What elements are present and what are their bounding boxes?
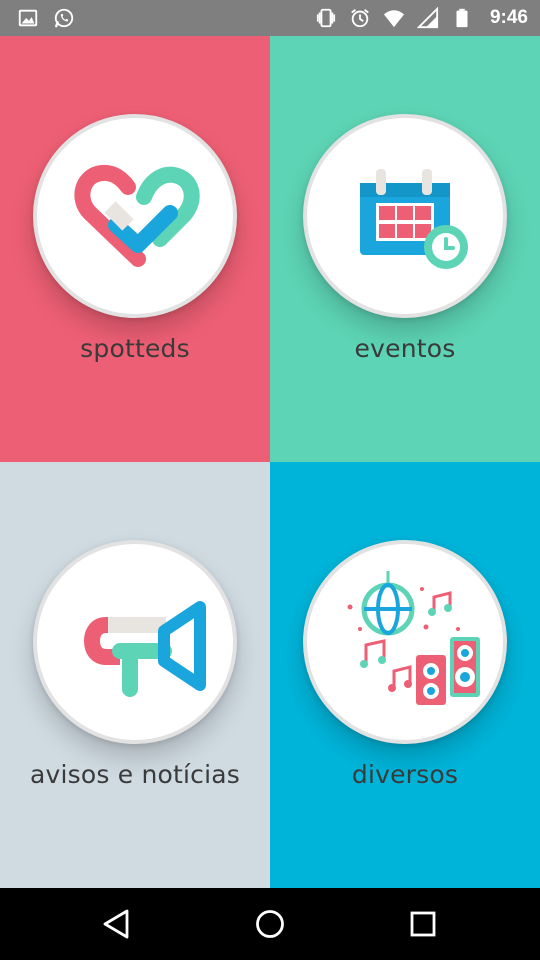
recents-button[interactable] bbox=[393, 894, 453, 954]
signal-icon bbox=[416, 6, 440, 30]
category-grid: spotteds eventos avisos e notícias diver… bbox=[0, 36, 540, 888]
wifi-icon bbox=[382, 6, 406, 30]
tile-avisos[interactable]: avisos e notícias bbox=[0, 462, 270, 888]
vibrate-icon bbox=[314, 6, 338, 30]
tile-label: eventos bbox=[354, 334, 456, 363]
tile-label: diversos bbox=[351, 760, 459, 789]
status-bar: 9:46 bbox=[0, 0, 540, 36]
status-left bbox=[16, 6, 76, 30]
alarm-icon bbox=[348, 6, 372, 30]
tile-spotteds[interactable]: spotteds bbox=[0, 36, 270, 462]
party-music-icon bbox=[347, 571, 480, 705]
whatsapp-icon bbox=[52, 6, 76, 30]
tile-spotteds-circle[interactable] bbox=[33, 114, 237, 318]
home-icon bbox=[256, 910, 284, 938]
nav-bar bbox=[0, 888, 540, 960]
status-right: 9:46 bbox=[314, 6, 528, 30]
calendar-clock-icon bbox=[360, 169, 468, 269]
status-time: 9:46 bbox=[489, 7, 528, 28]
tile-avisos-circle[interactable] bbox=[33, 540, 237, 744]
tile-diversos-circle[interactable] bbox=[303, 540, 507, 744]
tile-label: avisos e notícias bbox=[29, 760, 240, 789]
back-icon bbox=[103, 909, 129, 939]
tile-eventos[interactable]: eventos bbox=[270, 36, 540, 462]
tile-label: spotteds bbox=[80, 334, 190, 363]
battery-icon bbox=[450, 6, 474, 30]
gallery-icon bbox=[16, 6, 40, 30]
heart-check-icon bbox=[74, 164, 200, 267]
tile-eventos-circle[interactable] bbox=[303, 114, 507, 318]
home-button[interactable] bbox=[240, 894, 300, 954]
recents-icon bbox=[410, 911, 436, 937]
tile-diversos[interactable]: diversos bbox=[270, 462, 540, 888]
back-button[interactable] bbox=[87, 894, 147, 954]
megaphone-icon bbox=[84, 601, 206, 697]
